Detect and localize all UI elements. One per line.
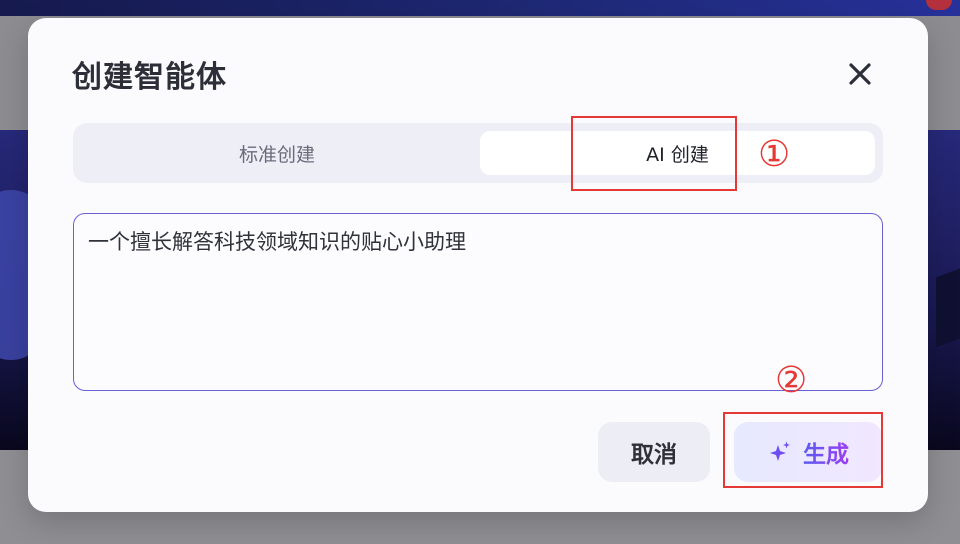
annotation-step2: ② (775, 360, 808, 401)
agent-description-input[interactable]: 一个擅长解答科技领域知识的贴心小助理 (73, 213, 883, 391)
tab-ai-create[interactable]: AI 创建 (480, 131, 875, 175)
create-agent-dialog: 创建智能体 标准创建 AI 创建 一个擅长解答科技领域知识的贴心小助理 取消 生… (28, 18, 928, 512)
generate-label: 生成 (803, 435, 849, 469)
annotation-step1: ① (758, 134, 791, 175)
background-decoration-right (936, 262, 960, 348)
tab-standard-create[interactable]: 标准创建 (79, 131, 475, 175)
dialog-title: 创建智能体 (72, 60, 227, 95)
close-icon (849, 63, 871, 85)
background-top-bar (0, 0, 960, 16)
generate-button[interactable]: 生成 (734, 422, 882, 482)
cancel-button[interactable]: 取消 (598, 422, 710, 482)
close-button[interactable] (844, 58, 876, 90)
sparkle-icon (770, 441, 790, 461)
